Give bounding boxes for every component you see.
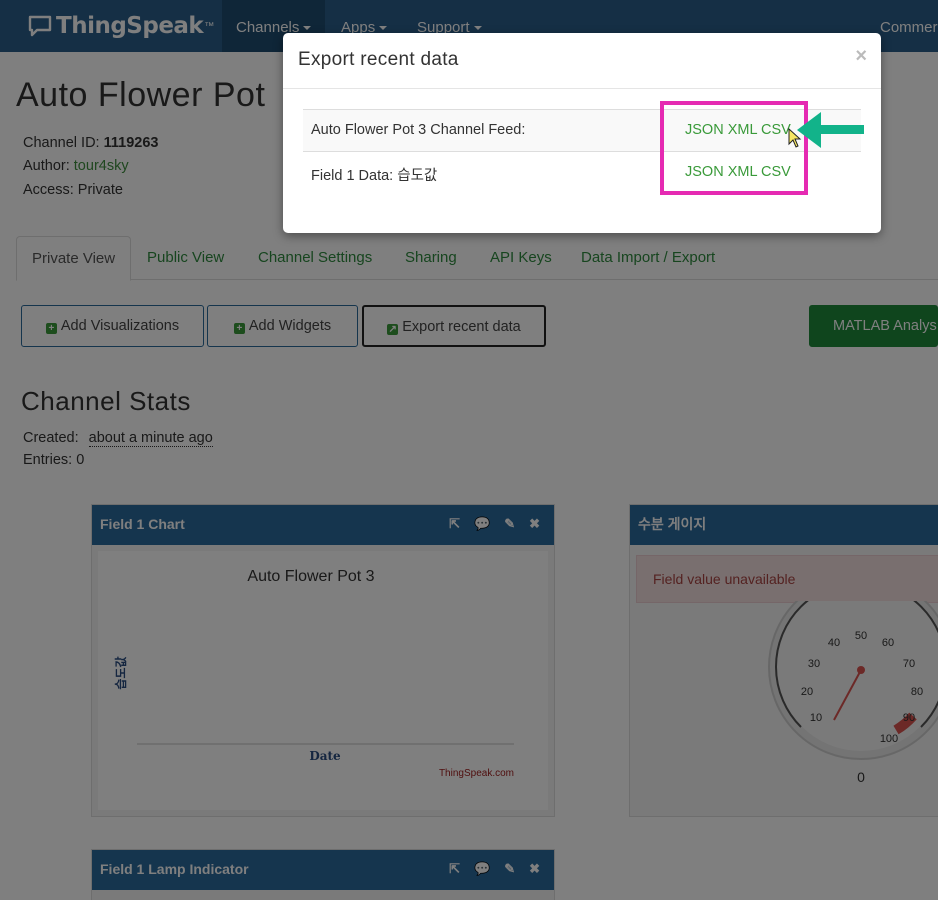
export-row-label: Auto Flower Pot 3 Channel Feed: — [311, 122, 526, 138]
arrow-left-icon — [797, 112, 864, 148]
highlight-box — [660, 101, 808, 195]
mouse-cursor-icon — [788, 128, 802, 148]
modal-header: Export recent data × — [283, 33, 881, 89]
export-row-label: Field 1 Data: 습도값 — [311, 168, 438, 184]
modal-title: Export recent data — [298, 49, 459, 70]
modal-close-button[interactable]: × — [855, 45, 867, 68]
